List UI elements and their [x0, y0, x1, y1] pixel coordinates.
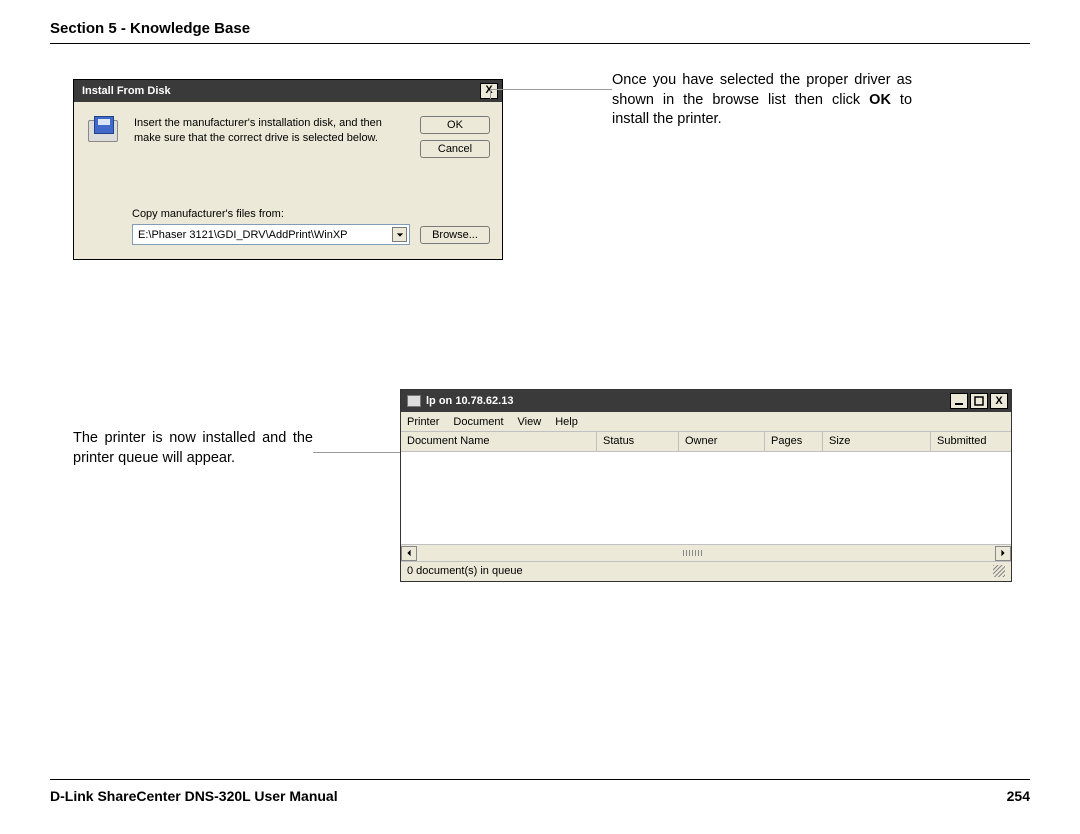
scroll-left-icon[interactable]	[401, 546, 417, 561]
path-value: E:\Phaser 3121\GDI_DRV\AddPrint\WinXP	[138, 229, 348, 241]
install-instruction-text: Insert the manufacturer's installation d…	[134, 116, 410, 146]
queue-status-text: 0 document(s) in queue	[407, 565, 523, 578]
menu-help[interactable]: Help	[555, 416, 578, 428]
col-size[interactable]: Size	[823, 432, 931, 451]
queue-statusbar: 0 document(s) in queue	[401, 561, 1011, 581]
dialog-title: Install From Disk	[82, 85, 171, 97]
close-button[interactable]: X	[480, 83, 498, 99]
col-status[interactable]: Status	[597, 432, 679, 451]
connector-line	[490, 89, 491, 99]
queue-title: lp on 10.78.62.13	[426, 395, 513, 407]
close-button[interactable]: X	[990, 393, 1008, 409]
maximize-button[interactable]	[970, 393, 988, 409]
instruction-text-queue: The printer is now installed and the pri…	[73, 429, 313, 468]
printer-icon	[407, 395, 421, 407]
copy-from-label: Copy manufacturer's files from:	[132, 208, 490, 220]
queue-titlebar: lp on 10.78.62.13 X	[401, 390, 1011, 412]
col-owner[interactable]: Owner	[679, 432, 765, 451]
cancel-button[interactable]: Cancel	[420, 140, 490, 158]
col-pages[interactable]: Pages	[765, 432, 823, 451]
instruction-text-ok: Once you have selected the proper driver…	[612, 71, 912, 130]
queue-menubar: Printer Document View Help	[401, 412, 1011, 432]
footer-manual-title: D-Link ShareCenter DNS-320L User Manual	[50, 788, 338, 804]
scroll-right-icon[interactable]	[995, 546, 1011, 561]
connector-line	[313, 452, 401, 453]
disk-icon	[86, 116, 124, 154]
dialog-titlebar: Install From Disk X	[74, 80, 502, 102]
ok-button[interactable]: OK	[420, 116, 490, 134]
menu-view[interactable]: View	[518, 416, 542, 428]
printer-queue-window: lp on 10.78.62.13 X Printer Document Vie…	[400, 389, 1012, 582]
path-combobox[interactable]: E:\Phaser 3121\GDI_DRV\AddPrint\WinXP	[132, 224, 410, 245]
chevron-down-icon[interactable]	[392, 227, 407, 242]
footer-page-number: 254	[1007, 788, 1030, 804]
scroll-track[interactable]	[417, 546, 995, 561]
resize-grip-icon[interactable]	[993, 565, 1005, 577]
connector-line	[490, 89, 612, 90]
menu-printer[interactable]: Printer	[407, 416, 439, 428]
menu-document[interactable]: Document	[453, 416, 503, 428]
queue-list-body	[401, 452, 1011, 544]
minimize-button[interactable]	[950, 393, 968, 409]
browse-button[interactable]: Browse...	[420, 226, 490, 244]
queue-column-headers: Document Name Status Owner Pages Size Su…	[401, 432, 1011, 452]
horizontal-scrollbar[interactable]	[401, 544, 1011, 561]
install-from-disk-dialog: Install From Disk X Insert the manufactu…	[73, 79, 503, 260]
section-header: Section 5 - Knowledge Base	[50, 20, 1030, 44]
page-footer: D-Link ShareCenter DNS-320L User Manual …	[50, 779, 1030, 804]
col-submitted[interactable]: Submitted	[931, 432, 1011, 451]
col-document-name[interactable]: Document Name	[401, 432, 597, 451]
